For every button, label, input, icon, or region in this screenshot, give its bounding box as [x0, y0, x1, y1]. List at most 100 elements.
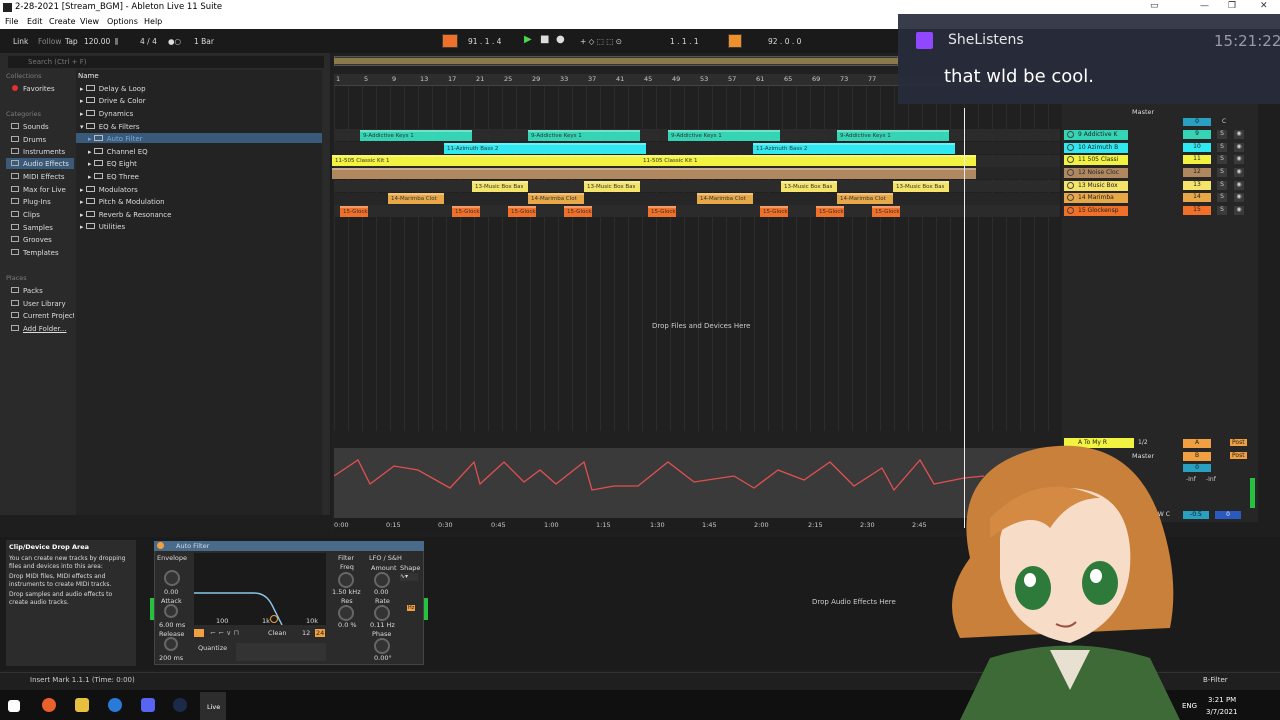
- groove-icon[interactable]: ●○: [168, 37, 181, 46]
- tree-item-pitch-modulation[interactable]: ▸ Pitch & Modulation: [80, 198, 165, 206]
- device-on-icon[interactable]: [157, 542, 164, 549]
- menu-options[interactable]: Options: [107, 17, 138, 26]
- menu-edit[interactable]: Edit: [27, 17, 43, 26]
- track-lane[interactable]: [334, 205, 1060, 217]
- arm-record-icon[interactable]: ◉: [1234, 181, 1244, 190]
- menu-create[interactable]: Create: [49, 17, 76, 26]
- slope-24-button[interactable]: 24: [315, 629, 326, 637]
- tree-item-eq-three[interactable]: ▸ EQ Three: [88, 173, 139, 181]
- track-number-button[interactable]: 11: [1183, 155, 1211, 164]
- track-lane[interactable]: [334, 180, 1060, 192]
- phase-knob[interactable]: [374, 638, 390, 654]
- filter-circuit-select[interactable]: Clean: [268, 629, 286, 637]
- arm-record-icon[interactable]: ◉: [1234, 155, 1244, 164]
- freq-knob[interactable]: [338, 572, 354, 588]
- track-number-button[interactable]: 10: [1183, 143, 1211, 152]
- tree-item-utilities[interactable]: ▸ Utilities: [80, 223, 125, 231]
- sidebar-item-grooves[interactable]: Grooves: [6, 236, 74, 244]
- midi-clip[interactable]: 15-Glock: [816, 206, 844, 217]
- sidebar-item-samples[interactable]: Samples: [6, 224, 74, 232]
- solo-button[interactable]: S: [1217, 206, 1227, 215]
- arm-record-icon[interactable]: ◉: [1234, 193, 1244, 202]
- overdub-icon[interactable]: + ◇ ⬚ ⬚ ⊙: [580, 37, 622, 46]
- amount-knob[interactable]: [374, 572, 390, 588]
- rate-knob[interactable]: [374, 605, 390, 621]
- tree-item-auto-filter[interactable]: ▸ Auto Filter: [88, 135, 143, 143]
- firefox-icon[interactable]: [42, 698, 56, 712]
- sidebar-item-sounds[interactable]: Sounds: [6, 123, 74, 131]
- filter-response-display[interactable]: 100 1k 10k: [194, 553, 326, 626]
- track-activator-icon[interactable]: [1067, 207, 1074, 214]
- attack-knob[interactable]: [164, 604, 178, 618]
- edge-icon[interactable]: [108, 698, 122, 712]
- midi-clip[interactable]: 9-Addictive Keys 1: [528, 130, 640, 141]
- sidebar-item-instruments[interactable]: Instruments: [6, 148, 74, 156]
- track-number-button[interactable]: 13: [1183, 181, 1211, 190]
- arm-record-icon[interactable]: ◉: [1234, 206, 1244, 215]
- track-activator-icon[interactable]: [1067, 156, 1074, 163]
- track-header[interactable]: 12 Noise Cloc: [1064, 168, 1128, 178]
- quantization-select[interactable]: 1 Bar: [194, 37, 214, 46]
- midi-clip[interactable]: 14-Marimba Clot: [388, 193, 444, 204]
- tempo-field[interactable]: 120.00: [84, 37, 110, 46]
- lfo-shape-select[interactable]: ∿▾: [400, 573, 418, 581]
- track-activator-icon[interactable]: [1067, 144, 1074, 151]
- midi-clip[interactable]: 11-Azimuth Bass 2: [444, 143, 646, 154]
- menu-help[interactable]: Help: [144, 17, 162, 26]
- tree-item-channel-eq[interactable]: ▸ Channel EQ: [88, 148, 148, 156]
- file-explorer-icon[interactable]: [75, 698, 89, 712]
- loop-length-field[interactable]: 92 . 0 . 0: [768, 37, 801, 46]
- track-activator-icon[interactable]: [1067, 194, 1074, 201]
- rate-hz-button[interactable]: Hz: [407, 605, 416, 611]
- midi-clip[interactable]: 13-Music Box Bas: [584, 181, 640, 192]
- midi-clip[interactable]: 11-505 Classic Kit 1: [332, 155, 640, 166]
- midi-clip[interactable]: 9-Addictive Keys 1: [668, 130, 780, 141]
- name-column-header[interactable]: Name: [78, 72, 99, 80]
- sidebar-item-packs[interactable]: Packs: [6, 287, 74, 295]
- link-button[interactable]: Link: [13, 37, 28, 46]
- midi-clip[interactable]: 14-Marimba Clot: [697, 193, 753, 204]
- sidebar-item-favorites[interactable]: Favorites: [6, 85, 74, 93]
- menu-view[interactable]: View: [80, 17, 99, 26]
- overview-selection[interactable]: [334, 58, 898, 64]
- solo-button[interactable]: S: [1217, 168, 1227, 177]
- output-master-select[interactable]: Master: [1132, 108, 1154, 116]
- maximize-icon[interactable]: ❐: [1228, 1, 1236, 11]
- sidebar-item-max-for-live[interactable]: Max for Live: [6, 186, 74, 194]
- solo-button[interactable]: S: [1217, 143, 1227, 152]
- follow-button[interactable]: Follow: [38, 37, 62, 46]
- tree-item-delay-loop[interactable]: ▸ Delay & Loop: [80, 85, 146, 93]
- solo-button[interactable]: S: [1217, 181, 1227, 190]
- track-header[interactable]: 13 Music Box: [1064, 181, 1128, 191]
- midi-clip[interactable]: 15-Glock: [564, 206, 592, 217]
- play-icon[interactable]: ▶: [524, 34, 532, 45]
- midi-clip[interactable]: 15-Glock: [452, 206, 480, 217]
- drop-files-area[interactable]: Drop Files and Devices Here: [652, 322, 750, 330]
- track-number-button[interactable]: 12: [1183, 168, 1211, 177]
- filter-type-lowpass-icon[interactable]: [194, 629, 204, 637]
- track-header[interactable]: 15 Glockensp: [1064, 206, 1128, 216]
- midi-clip[interactable]: 15-Glock: [340, 206, 368, 217]
- midi-clip[interactable]: 9-Addictive Keys 1: [360, 130, 472, 141]
- browser-search-input[interactable]: Search (Ctrl + F): [8, 56, 324, 68]
- post-button[interactable]: Post: [1230, 439, 1247, 446]
- device-title[interactable]: Auto Filter: [154, 541, 424, 551]
- track-number-button[interactable]: 14: [1183, 193, 1211, 202]
- midi-clip[interactable]: 15-Glock: [760, 206, 788, 217]
- stop-icon[interactable]: ■: [540, 34, 549, 45]
- quantize-grid[interactable]: [236, 643, 326, 661]
- audio-clip[interactable]: [332, 168, 976, 179]
- midi-clip[interactable]: 15-Glock: [508, 206, 536, 217]
- loop-start-field[interactable]: 1 . 1 . 1: [670, 37, 699, 46]
- discord-icon[interactable]: [141, 698, 155, 712]
- add-folder-link[interactable]: Add Folder...: [6, 325, 74, 333]
- track-number-button[interactable]: 9: [1183, 130, 1211, 139]
- midi-clip[interactable]: 9-Addictive Keys 1: [837, 130, 949, 141]
- track-activator-icon[interactable]: [1067, 131, 1074, 138]
- clock-date[interactable]: 3/7/2021: [1206, 708, 1237, 716]
- post-button[interactable]: Post: [1230, 452, 1247, 459]
- tree-item-eq-eight[interactable]: ▸ EQ Eight: [88, 160, 137, 168]
- arrangement-record-icon[interactable]: [442, 34, 458, 48]
- clock-time[interactable]: 3:21 PM: [1208, 696, 1236, 704]
- midi-clip[interactable]: 15-Glock: [872, 206, 900, 217]
